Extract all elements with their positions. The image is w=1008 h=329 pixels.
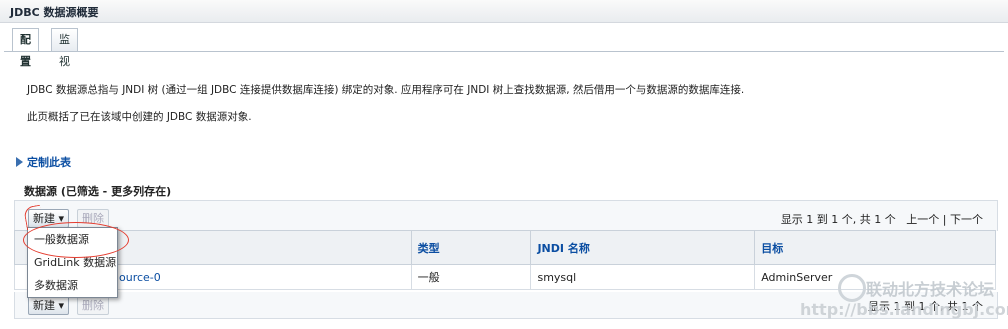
pager-prev-link[interactable]: 上一个 bbox=[906, 213, 939, 226]
datasource-name-link[interactable]: ource-0 bbox=[119, 271, 161, 284]
pager-next-link[interactable]: 下一个 bbox=[950, 213, 983, 226]
tab-divider bbox=[4, 51, 1004, 52]
watermark-url: http://bbs.landingbj.com bbox=[800, 300, 1008, 319]
table-header-row: 类型 JNDI 名称 目标 bbox=[14, 230, 996, 265]
description-line-1: JDBC 数据源总指与 JNDI 树 (通过一组 JDBC 连接提供数据库连接)… bbox=[27, 84, 745, 96]
description-line-2: 此页概括了已在该域中创建的 JDBC 数据源对象. bbox=[27, 111, 252, 123]
menu-item-multi-datasource[interactable]: 多数据源 bbox=[28, 275, 117, 297]
pager-separator: | bbox=[942, 213, 947, 226]
pager-summary: 显示 1 到 1 个, 共 1 个 bbox=[780, 213, 896, 226]
menu-item-generic-datasource[interactable]: 一般数据源 bbox=[28, 229, 117, 251]
column-header-jndi-name[interactable]: JNDI 名称 bbox=[530, 230, 756, 265]
tab-configuration[interactable]: 配置 bbox=[12, 28, 39, 68]
new-button-label: 新建 bbox=[33, 212, 55, 225]
watermark-text: 联动北方技术论坛 bbox=[866, 280, 995, 299]
chevron-down-icon: ▾ bbox=[58, 212, 65, 225]
delete-button-bottom[interactable]: 删除 bbox=[77, 296, 109, 315]
pager-top: 显示 1 到 1 个, 共 1 个 上一个 | 下一个 bbox=[781, 211, 983, 227]
column-header-type[interactable]: 类型 bbox=[410, 230, 532, 265]
panel-header: JDBC 数据源概要 bbox=[0, 0, 1008, 23]
chevron-down-icon: ▾ bbox=[58, 299, 65, 312]
customize-table-link[interactable]: 定制此表 bbox=[16, 154, 71, 170]
column-header-target[interactable]: 目标 bbox=[754, 230, 996, 265]
customize-table-label: 定制此表 bbox=[27, 156, 71, 169]
table-toolbar-top: 新建 ▾ 删除 显示 1 到 1 个, 共 1 个 上一个 | 下一个 bbox=[14, 200, 998, 231]
cell-jndi-name: smysql bbox=[530, 264, 756, 290]
watermark-logo-icon bbox=[838, 274, 866, 302]
expand-triangle-icon bbox=[16, 157, 23, 167]
tab-monitoring[interactable]: 监视 bbox=[51, 28, 78, 68]
new-dropdown-menu: 一般数据源 GridLink 数据源 多数据源 bbox=[27, 227, 118, 298]
delete-button[interactable]: 删除 bbox=[77, 209, 109, 228]
cell-type: 一般 bbox=[410, 264, 532, 290]
datasource-table-title: 数据源 (已筛选 - 更多列存在) bbox=[24, 185, 172, 198]
menu-item-gridlink-datasource[interactable]: GridLink 数据源 bbox=[28, 252, 117, 274]
new-button-bottom-label: 新建 bbox=[33, 299, 55, 312]
panel-title: JDBC 数据源概要 bbox=[10, 6, 99, 19]
new-button[interactable]: 新建 ▾ bbox=[28, 209, 70, 228]
new-button-bottom[interactable]: 新建 ▾ bbox=[28, 296, 70, 315]
